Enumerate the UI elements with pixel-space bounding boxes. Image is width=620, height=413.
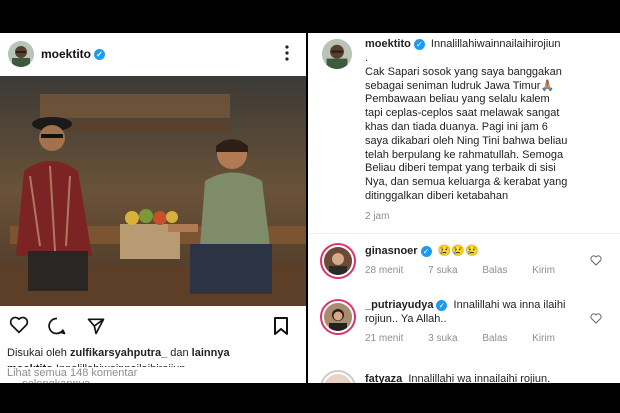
comment-icon[interactable] bbox=[47, 316, 67, 341]
comment-likes[interactable]: 7 suka bbox=[428, 265, 457, 276]
post-photo[interactable] bbox=[0, 76, 306, 306]
commenter-username[interactable]: fatyaza bbox=[365, 373, 402, 383]
more-options-icon[interactable] bbox=[284, 45, 290, 61]
comment-text: 😢😢😢 bbox=[437, 245, 479, 257]
comment-item: ginasnoer ✓ 😢😢😢 28 menit 7 suka Balas Kir… bbox=[308, 241, 620, 285]
caption-body: . Cak Sapari sosok yang saya banggakan s… bbox=[365, 52, 615, 204]
liked-by-username[interactable]: zulfikarsyahputra_ bbox=[70, 347, 167, 359]
like-heart-icon[interactable] bbox=[9, 316, 29, 339]
save-bookmark-icon[interactable] bbox=[273, 316, 289, 341]
liked-by-prefix: Disukai oleh bbox=[7, 347, 67, 359]
caption-author-avatar[interactable] bbox=[322, 39, 352, 69]
comment-like-heart-icon[interactable] bbox=[590, 311, 602, 329]
verified-badge-icon: ✓ bbox=[94, 49, 106, 61]
caption-line: saya dikabari oleh Ning Tini bahwa belia… bbox=[365, 134, 568, 147]
username-text: moektito bbox=[41, 47, 92, 61]
left-post-panel: moektito ✓ Disukai oleh zulfikarsyahputr… bbox=[0, 33, 306, 383]
comment-time: 28 menit bbox=[365, 265, 404, 276]
caption-line: Cak Sapari sosok yang saya banggakan bbox=[365, 65, 562, 78]
send-button[interactable]: Kirim bbox=[532, 265, 555, 276]
liked-by-suffix: dan bbox=[170, 347, 189, 359]
send-button[interactable]: Kirim bbox=[532, 333, 555, 344]
caption-line: . bbox=[365, 52, 369, 64]
caption-author-username[interactable]: moektito bbox=[365, 38, 411, 50]
caption-line: ditinggalkan diberi ketabahan bbox=[365, 189, 509, 202]
comment-text-line: fatyaza Innalillahi wa innailaihi rojiun… bbox=[365, 373, 550, 383]
share-send-icon[interactable] bbox=[86, 316, 106, 341]
caption-line: tapi ceplas-ceplos saat melawak sangat bbox=[365, 107, 560, 120]
comment-meta: 28 menit 7 suka Balas Kirim bbox=[365, 265, 577, 276]
commenter-username[interactable]: _putriayudya bbox=[365, 299, 433, 311]
liked-by-others-link[interactable]: lainnya bbox=[192, 347, 230, 359]
post-author-avatar[interactable] bbox=[8, 41, 34, 67]
comment-like-heart-icon[interactable] bbox=[590, 253, 602, 271]
caption-line: Beliau diberi tempat yang terbaik di sis… bbox=[365, 162, 556, 175]
comment-time: 21 menit bbox=[365, 333, 404, 344]
reply-button[interactable]: Balas bbox=[482, 265, 507, 276]
divider bbox=[308, 233, 620, 234]
comment-text: Innalillahi wa inna ilaihi bbox=[453, 299, 566, 311]
caption-timestamp: 2 jam bbox=[365, 211, 390, 222]
caption-line: khas dan tiada duanya. Pagi ini jam 6 bbox=[365, 120, 548, 133]
bottom-black-bar bbox=[0, 383, 620, 413]
comment-item: fatyaza Innalillahi wa innailaihi rojiun… bbox=[308, 366, 620, 383]
reply-button[interactable]: Balas bbox=[482, 333, 507, 344]
caption-line: Nya, dan semua keluarga & kerabat yang bbox=[365, 176, 568, 189]
right-comments-panel: moektito ✓ Innalillahiwainnailaihirojiun … bbox=[308, 33, 620, 383]
caption-line: Pembawaan beliau yang selalu kalem bbox=[365, 93, 550, 106]
comment-text-line-2: rojiun.. Ya Allah.. bbox=[365, 313, 447, 325]
post-author-username[interactable]: moektito ✓ bbox=[41, 47, 106, 61]
commenter-avatar[interactable] bbox=[320, 370, 356, 383]
comment-item: _putriayudya ✓ Innalillahi wa inna ilaihi… bbox=[308, 295, 620, 351]
verified-badge-icon: ✓ bbox=[420, 245, 432, 257]
liked-by-line: Disukai oleh zulfikarsyahputra_ dan lain… bbox=[7, 347, 230, 359]
caption-first-line: Innalillahiwainnailaihirojiun bbox=[430, 38, 561, 50]
commenter-avatar[interactable] bbox=[320, 299, 356, 335]
commenter-username[interactable]: ginasnoer bbox=[365, 245, 418, 257]
comment-text-line: _putriayudya ✓ Innalillahi wa inna ilaihi bbox=[365, 299, 565, 311]
caption-header: moektito ✓ Innalillahiwainnailaihirojiun bbox=[365, 38, 561, 50]
comment-meta: 21 menit 3 suka Balas Kirim bbox=[365, 333, 577, 344]
caption-line: sebagai seniman ludruk Jawa Timur🙏🏽 bbox=[365, 79, 555, 92]
comment-text-line: ginasnoer ✓ 😢😢😢 bbox=[365, 244, 479, 257]
comment-likes[interactable]: 3 suka bbox=[428, 333, 457, 344]
caption-line: telah berpulang ke rahmatullah. Semoga bbox=[365, 148, 564, 161]
top-black-bar bbox=[0, 0, 620, 33]
view-all-comments-link[interactable]: Lihat semua 148 komentar bbox=[7, 367, 306, 379]
verified-badge-icon: ✓ bbox=[436, 299, 448, 311]
comment-text: Innalillahi wa innailaihi rojiun. bbox=[408, 373, 551, 383]
commenter-avatar[interactable] bbox=[320, 243, 356, 279]
verified-badge-icon: ✓ bbox=[413, 38, 425, 50]
